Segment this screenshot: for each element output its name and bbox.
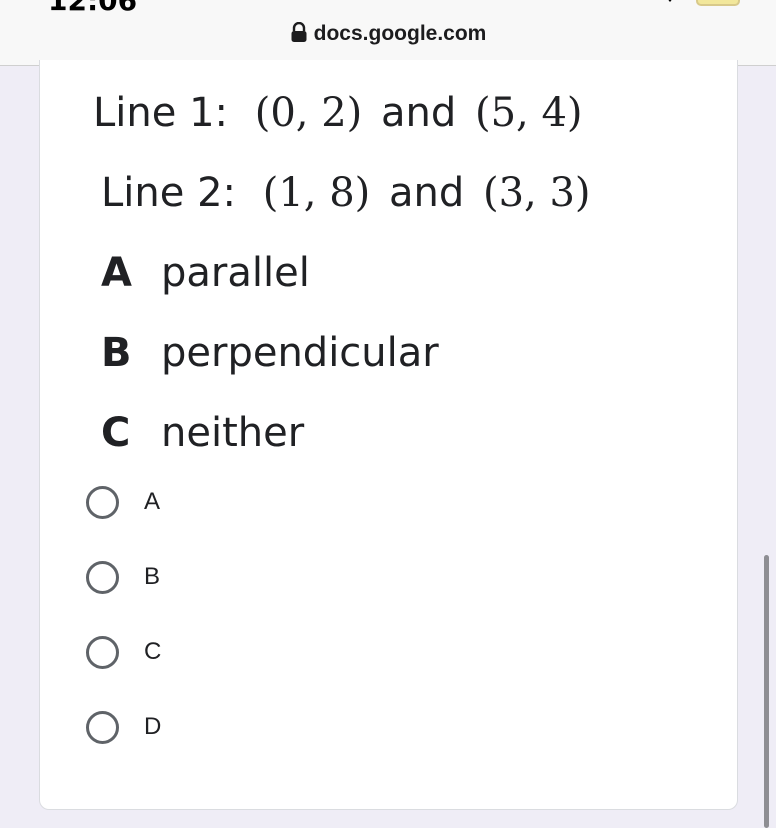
choice-a: Aparallel: [101, 250, 310, 296]
line-1-point-a: (0, 2): [254, 90, 363, 136]
choice-text: perpendicular: [161, 330, 439, 376]
choice-letter: C: [101, 410, 131, 456]
radio-button[interactable]: [86, 485, 119, 519]
url-text: docs.google.com: [313, 22, 487, 45]
address-bar[interactable]: docs.google.com: [0, 22, 776, 46]
option-label: A: [144, 488, 161, 515]
radio-button[interactable]: [86, 635, 119, 669]
radio-button[interactable]: [86, 710, 119, 744]
option-c[interactable]: C: [86, 632, 161, 672]
choice-letter: A: [101, 250, 132, 296]
browser-top-bar: 12:06 docs.google.com: [0, 0, 776, 66]
option-d[interactable]: D: [86, 707, 161, 747]
battery-icon: [696, 0, 740, 6]
option-label: C: [144, 638, 162, 665]
line-1-point-b: (5, 4): [474, 90, 583, 136]
lock-icon: [291, 22, 307, 42]
option-label: D: [144, 713, 162, 740]
status-time: 12:06: [48, 0, 138, 17]
line-2-point-b: (3, 3): [482, 170, 591, 216]
scrollbar[interactable]: [764, 555, 769, 828]
choice-text: neither: [161, 410, 305, 456]
line-2-label: Line 2:: [101, 170, 236, 216]
option-label: B: [144, 563, 161, 590]
wifi-icon: [662, 0, 678, 2]
option-a[interactable]: A: [86, 482, 160, 522]
choice-letter: B: [101, 330, 132, 376]
choice-text: parallel: [161, 250, 310, 296]
status-icons: [612, 0, 742, 6]
option-b[interactable]: B: [86, 557, 160, 597]
line-1-and: and: [380, 90, 457, 136]
question-card: Line 1: (0, 2) and (5, 4) Line 2: (1, 8)…: [39, 60, 738, 810]
choice-c: Cneither: [101, 410, 304, 456]
radio-button[interactable]: [86, 560, 119, 594]
line-1-label: Line 1:: [93, 90, 228, 136]
line-2: Line 2: (1, 8) and (3, 3): [101, 170, 591, 216]
line-2-and: and: [388, 170, 465, 216]
line-2-point-a: (1, 8): [262, 170, 371, 216]
line-1: Line 1: (0, 2) and (5, 4): [93, 90, 583, 136]
choice-b: Bperpendicular: [101, 330, 439, 376]
